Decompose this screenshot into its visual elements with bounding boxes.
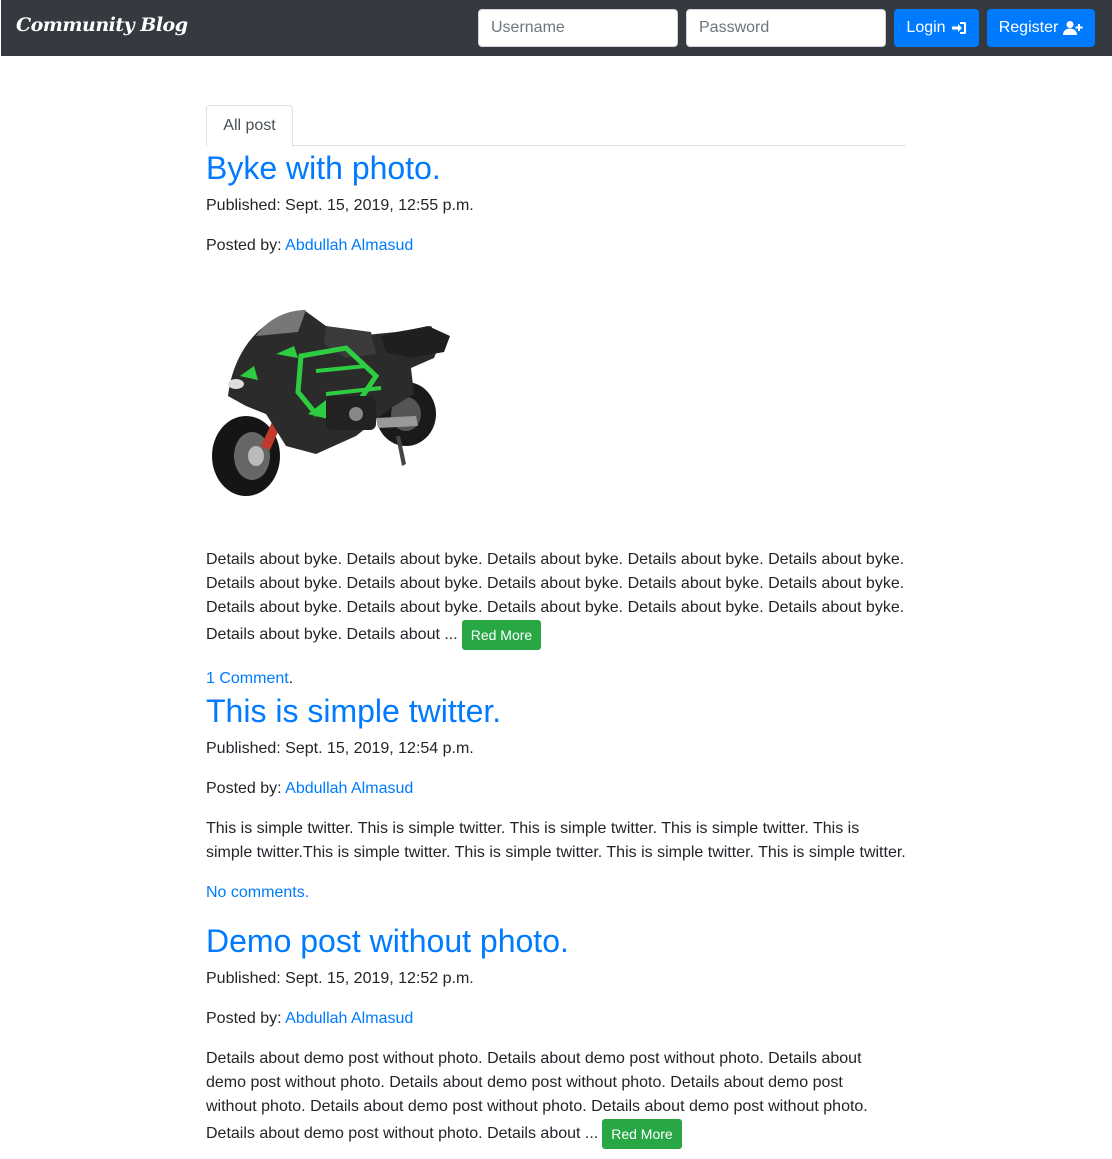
post-author: Posted by: Abdullah Almasud bbox=[206, 1009, 413, 1029]
post-published: Published: Sept. 15, 2019, 12:52 p.m. bbox=[206, 969, 474, 989]
login-button[interactable]: Login bbox=[894, 9, 979, 47]
post-body: Details about byke. Details about byke. … bbox=[206, 548, 908, 650]
posted-by-label: Posted by: bbox=[206, 237, 286, 254]
tab-all-post[interactable]: All post bbox=[206, 105, 293, 147]
post-published: Published: Sept. 15, 2019, 12:54 p.m. bbox=[206, 739, 474, 759]
post-body: Details about demo post without photo. D… bbox=[206, 1047, 896, 1149]
post-published: Published: Sept. 15, 2019, 12:55 p.m. bbox=[206, 196, 474, 216]
user-plus-icon bbox=[1063, 20, 1083, 36]
username-input[interactable] bbox=[478, 9, 678, 47]
read-more-button[interactable]: Red More bbox=[602, 1119, 682, 1149]
published-date: Sept. 15, 2019, 12:54 p.m. bbox=[285, 740, 474, 757]
register-label: Register bbox=[998, 19, 1059, 36]
comments-link[interactable]: 1 Comment bbox=[206, 670, 289, 687]
published-date: Sept. 15, 2019, 12:55 p.m. bbox=[285, 197, 474, 214]
post-title[interactable]: This is simple twitter. bbox=[206, 692, 501, 730]
sign-in-icon bbox=[951, 21, 967, 35]
post-author: Posted by: Abdullah Almasud bbox=[206, 779, 413, 799]
post-comments: No comments. bbox=[206, 883, 309, 903]
post-title[interactable]: Demo post without photo. bbox=[206, 922, 569, 960]
published-label: Published: bbox=[206, 197, 286, 214]
password-input[interactable] bbox=[686, 9, 886, 47]
brand-logo[interactable]: Community Blog bbox=[16, 14, 188, 36]
post-excerpt: Details about demo post without photo. D… bbox=[206, 1050, 868, 1143]
motorcycle-photo bbox=[206, 296, 456, 506]
navbar: Community Blog Login Register bbox=[1, 0, 1112, 56]
published-label: Published: bbox=[206, 970, 286, 987]
post-body: This is simple twitter. This is simple t… bbox=[206, 817, 908, 865]
posted-by-label: Posted by: bbox=[206, 780, 286, 797]
post-excerpt: Details about byke. Details about byke. … bbox=[206, 551, 905, 644]
post-author: Posted by: Abdullah Almasud bbox=[206, 236, 413, 256]
post-comments: 1 Comment. bbox=[206, 669, 293, 689]
comments-link[interactable]: No comments. bbox=[206, 884, 309, 901]
author-link[interactable]: Abdullah Almasud bbox=[285, 1010, 413, 1027]
author-link[interactable]: Abdullah Almasud bbox=[285, 237, 413, 254]
posted-by-label: Posted by: bbox=[206, 1010, 286, 1027]
read-more-button[interactable]: Red More bbox=[461, 620, 542, 650]
post-excerpt: This is simple twitter. This is simple t… bbox=[206, 820, 906, 861]
post-tabs: All post bbox=[206, 105, 906, 147]
register-button[interactable]: Register bbox=[987, 9, 1095, 47]
published-date: Sept. 15, 2019, 12:52 p.m. bbox=[285, 970, 474, 987]
published-label: Published: bbox=[206, 740, 286, 757]
author-link[interactable]: Abdullah Almasud bbox=[285, 780, 413, 797]
post-title[interactable]: Byke with photo. bbox=[206, 149, 441, 187]
login-label: Login bbox=[906, 19, 946, 36]
comments-suffix: . bbox=[288, 670, 294, 687]
